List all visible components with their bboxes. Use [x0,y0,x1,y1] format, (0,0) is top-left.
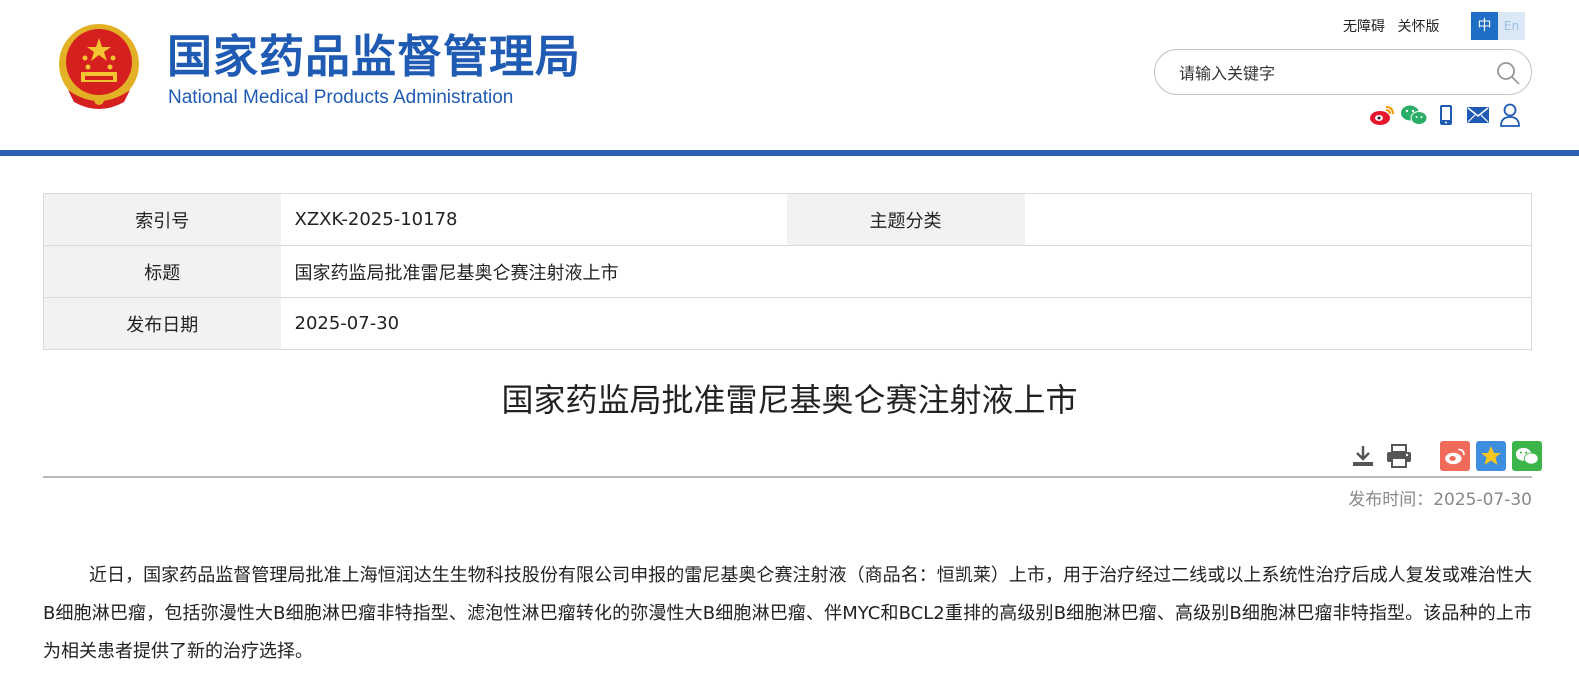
lang-en-button[interactable]: En [1498,12,1525,40]
print-icon[interactable] [1384,441,1414,471]
date-label: 发布日期 [43,297,281,350]
mobile-icon[interactable] [1432,101,1460,129]
topic-value [1024,193,1532,246]
language-switch: 中 En [1471,12,1525,40]
top-links: 无障碍 关怀版 [1343,16,1447,36]
info-row-date: 发布日期 2025-07-30 [43,297,1532,350]
weibo-icon[interactable] [1368,101,1396,129]
search-icon[interactable] [1495,60,1521,86]
brand-title-en[interactable]: National Medical Products Administration [168,86,513,110]
date-value: 2025-07-30 [294,313,400,334]
wechat-icon[interactable] [1400,101,1428,129]
search-input[interactable] [1179,61,1479,85]
user-icon[interactable] [1496,101,1524,129]
article-title: 国家药监局批准雷尼基奥仑赛注射液上市 [501,381,1078,419]
mail-icon[interactable] [1464,101,1492,129]
social-links [1368,101,1528,129]
index-label: 索引号 [43,193,281,246]
document-info-table: 索引号 XZXK-2025-10178 主题分类 标题 国家药监局批准雷尼基奥仑… [43,193,1532,350]
accessibility-link[interactable]: 无障碍 [1343,19,1385,35]
publish-time: 发布时间：2025-07-30 [1348,490,1532,510]
title-value: 国家药监局批准雷尼基奥仑赛注射液上市 [280,245,1532,298]
index-value: XZXK-2025-10178 [280,193,787,246]
brand-title-cn[interactable]: 国家药品监督管理局 [167,30,581,84]
title-label: 标题 [43,245,281,298]
info-row-index: 索引号 XZXK-2025-10178 主题分类 [43,193,1532,246]
info-row-title: 标题 国家药监局批准雷尼基奥仑赛注射液上市 [43,245,1532,298]
share-wechat-icon[interactable] [1512,441,1542,471]
site-header: 国家药品监督管理局 National Medical Products Admi… [0,0,1579,150]
elder-mode-link[interactable]: 关怀版 [1397,19,1439,35]
download-icon[interactable] [1348,441,1378,471]
lang-zh-button[interactable]: 中 [1471,12,1498,40]
topic-label: 主题分类 [786,193,1025,246]
search-box [1154,49,1532,95]
share-weibo-icon[interactable] [1440,441,1470,471]
national-emblem-icon[interactable] [54,20,144,112]
article-divider [43,476,1532,478]
article-tools [1348,441,1548,471]
article-paragraph: 近日，国家药品监督管理局批准上海恒润达生生物科技股份有限公司申报的雷尼基奥仑赛注… [43,565,1532,662]
header-divider-bar [0,150,1579,156]
share-qzone-icon[interactable] [1476,441,1506,471]
